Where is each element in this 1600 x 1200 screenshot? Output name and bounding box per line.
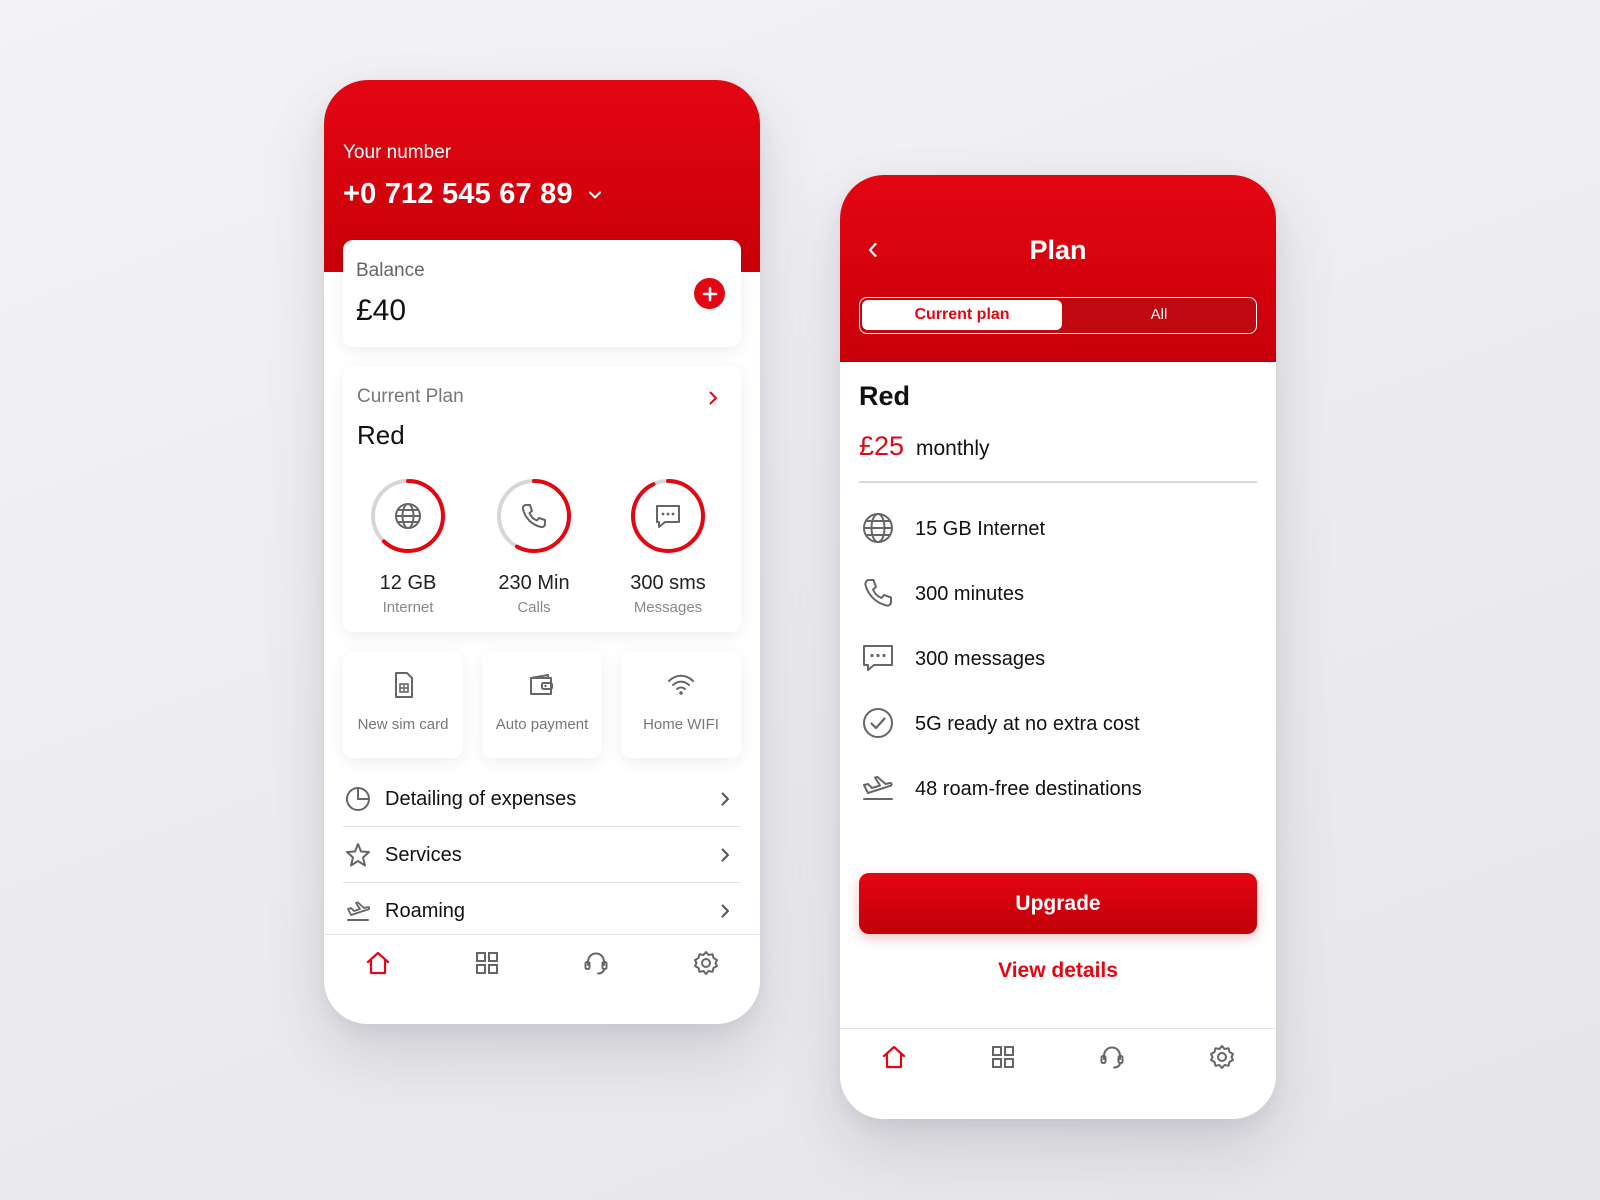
message-icon [656,505,680,528]
support-icon[interactable] [582,949,610,977]
quick-action-label: New sim card [357,716,449,733]
menu-item-label: Services [385,844,462,866]
quick-action-home-wifi[interactable]: Home WIFI [621,652,741,758]
usage-ring [494,476,574,556]
pie-chart-icon [346,787,370,811]
usage-calls: 230 Min Calls [479,476,589,616]
grid-icon[interactable] [473,949,501,977]
quick-action-new-sim[interactable]: New sim card [343,652,463,758]
feature-label: 300 minutes [915,583,1024,605]
sim-card-icon [395,672,413,698]
feature-label: 300 messages [915,648,1046,670]
feature-messages: 300 messages [859,639,1257,679]
phone-number: +0 712 545 67 89 [343,178,573,210]
star-icon [346,843,370,867]
menu-item-roaming[interactable]: Roaming [343,884,741,939]
chevron-right-icon [721,904,729,918]
usage-value: 230 Min [498,572,570,594]
menu-item-expenses[interactable]: Detailing of expenses [343,772,741,827]
number-label: Your number [343,142,452,163]
usage-label: Messages [633,599,703,616]
feature-5g: 5G ready at no extra cost [859,704,1257,744]
globe-icon [395,503,421,529]
balance-value: £40 [356,294,407,327]
balance-label: Balance [356,260,425,281]
current-plan-card[interactable]: Current Plan Red 12 GB Internet 230 Min … [343,366,741,632]
feature-label: 5G ready at no extra cost [915,713,1140,735]
plan-period: monthly [916,437,990,460]
chevron-right-icon[interactable] [705,390,721,406]
tab-bar [840,1028,1276,1119]
plus-icon [702,286,717,301]
chevron-right-icon [721,792,729,806]
tab-bar [324,934,760,1024]
phone-icon [864,579,892,607]
grid-icon[interactable] [989,1043,1017,1071]
wallet-icon [530,674,553,695]
number-selector[interactable]: +0 712 545 67 89 [343,178,603,211]
usage-value: 300 sms [630,572,706,594]
quick-action-auto-payment[interactable]: Auto payment [482,652,602,758]
home-icon[interactable] [880,1043,908,1071]
menu-item-label: Roaming [385,900,466,922]
plan-header: Plan Current plan All [840,175,1276,362]
plane-icon [347,901,371,921]
tab-current-plan[interactable]: Current plan [862,300,1062,330]
usage-messages: 300 sms Messages [613,476,723,616]
balance-card: Balance £40 [343,240,741,347]
feature-label: 15 GB Internet [915,518,1046,540]
plane-icon [863,776,893,800]
usage-label: Internet [382,599,434,616]
feature-label: 48 roam-free destinations [915,778,1142,800]
tab-all[interactable]: All [1064,300,1254,330]
plan-price: £25 [859,431,905,461]
divider [859,481,1257,483]
chevron-right-icon [721,848,729,862]
feature-roaming: 48 roam-free destinations [859,769,1257,809]
top-up-button[interactable] [694,278,725,309]
settings-icon[interactable] [1208,1043,1236,1071]
globe-icon [863,513,893,543]
feature-minutes: 300 minutes [859,574,1257,614]
menu-item-label: Detailing of expenses [385,788,577,810]
current-plan-name: Red [357,420,405,450]
message-icon [863,645,893,671]
usage-internet: 12 GB Internet [353,476,463,616]
home-icon[interactable] [364,949,392,977]
chevron-down-icon [588,191,601,198]
usage-ring [628,476,708,556]
phone-icon [521,504,546,529]
support-icon[interactable] [1098,1043,1126,1071]
settings-icon[interactable] [692,949,720,977]
plan-name: Red [859,381,911,411]
upgrade-button[interactable]: Upgrade [859,873,1257,934]
current-plan-label: Current Plan [357,386,464,407]
plan-screen: Plan Current plan All Red £25 monthly 15… [840,175,1276,1119]
usage-value: 12 GB [379,572,437,594]
plan-segmented-control: Current plan All [859,297,1257,334]
quick-action-label: Home WIFI [643,716,719,733]
check-circle-icon [863,708,893,738]
feature-internet: 15 GB Internet [859,509,1257,549]
view-details-link[interactable]: View details [840,959,1276,983]
home-screen: Your number +0 712 545 67 89 Balance £40… [324,80,760,1024]
quick-action-label: Auto payment [495,716,589,733]
page-title: Plan [1029,235,1087,265]
usage-label: Calls [517,599,551,616]
wifi-icon [668,674,694,695]
menu-item-services[interactable]: Services [343,828,741,883]
usage-ring [368,476,448,556]
